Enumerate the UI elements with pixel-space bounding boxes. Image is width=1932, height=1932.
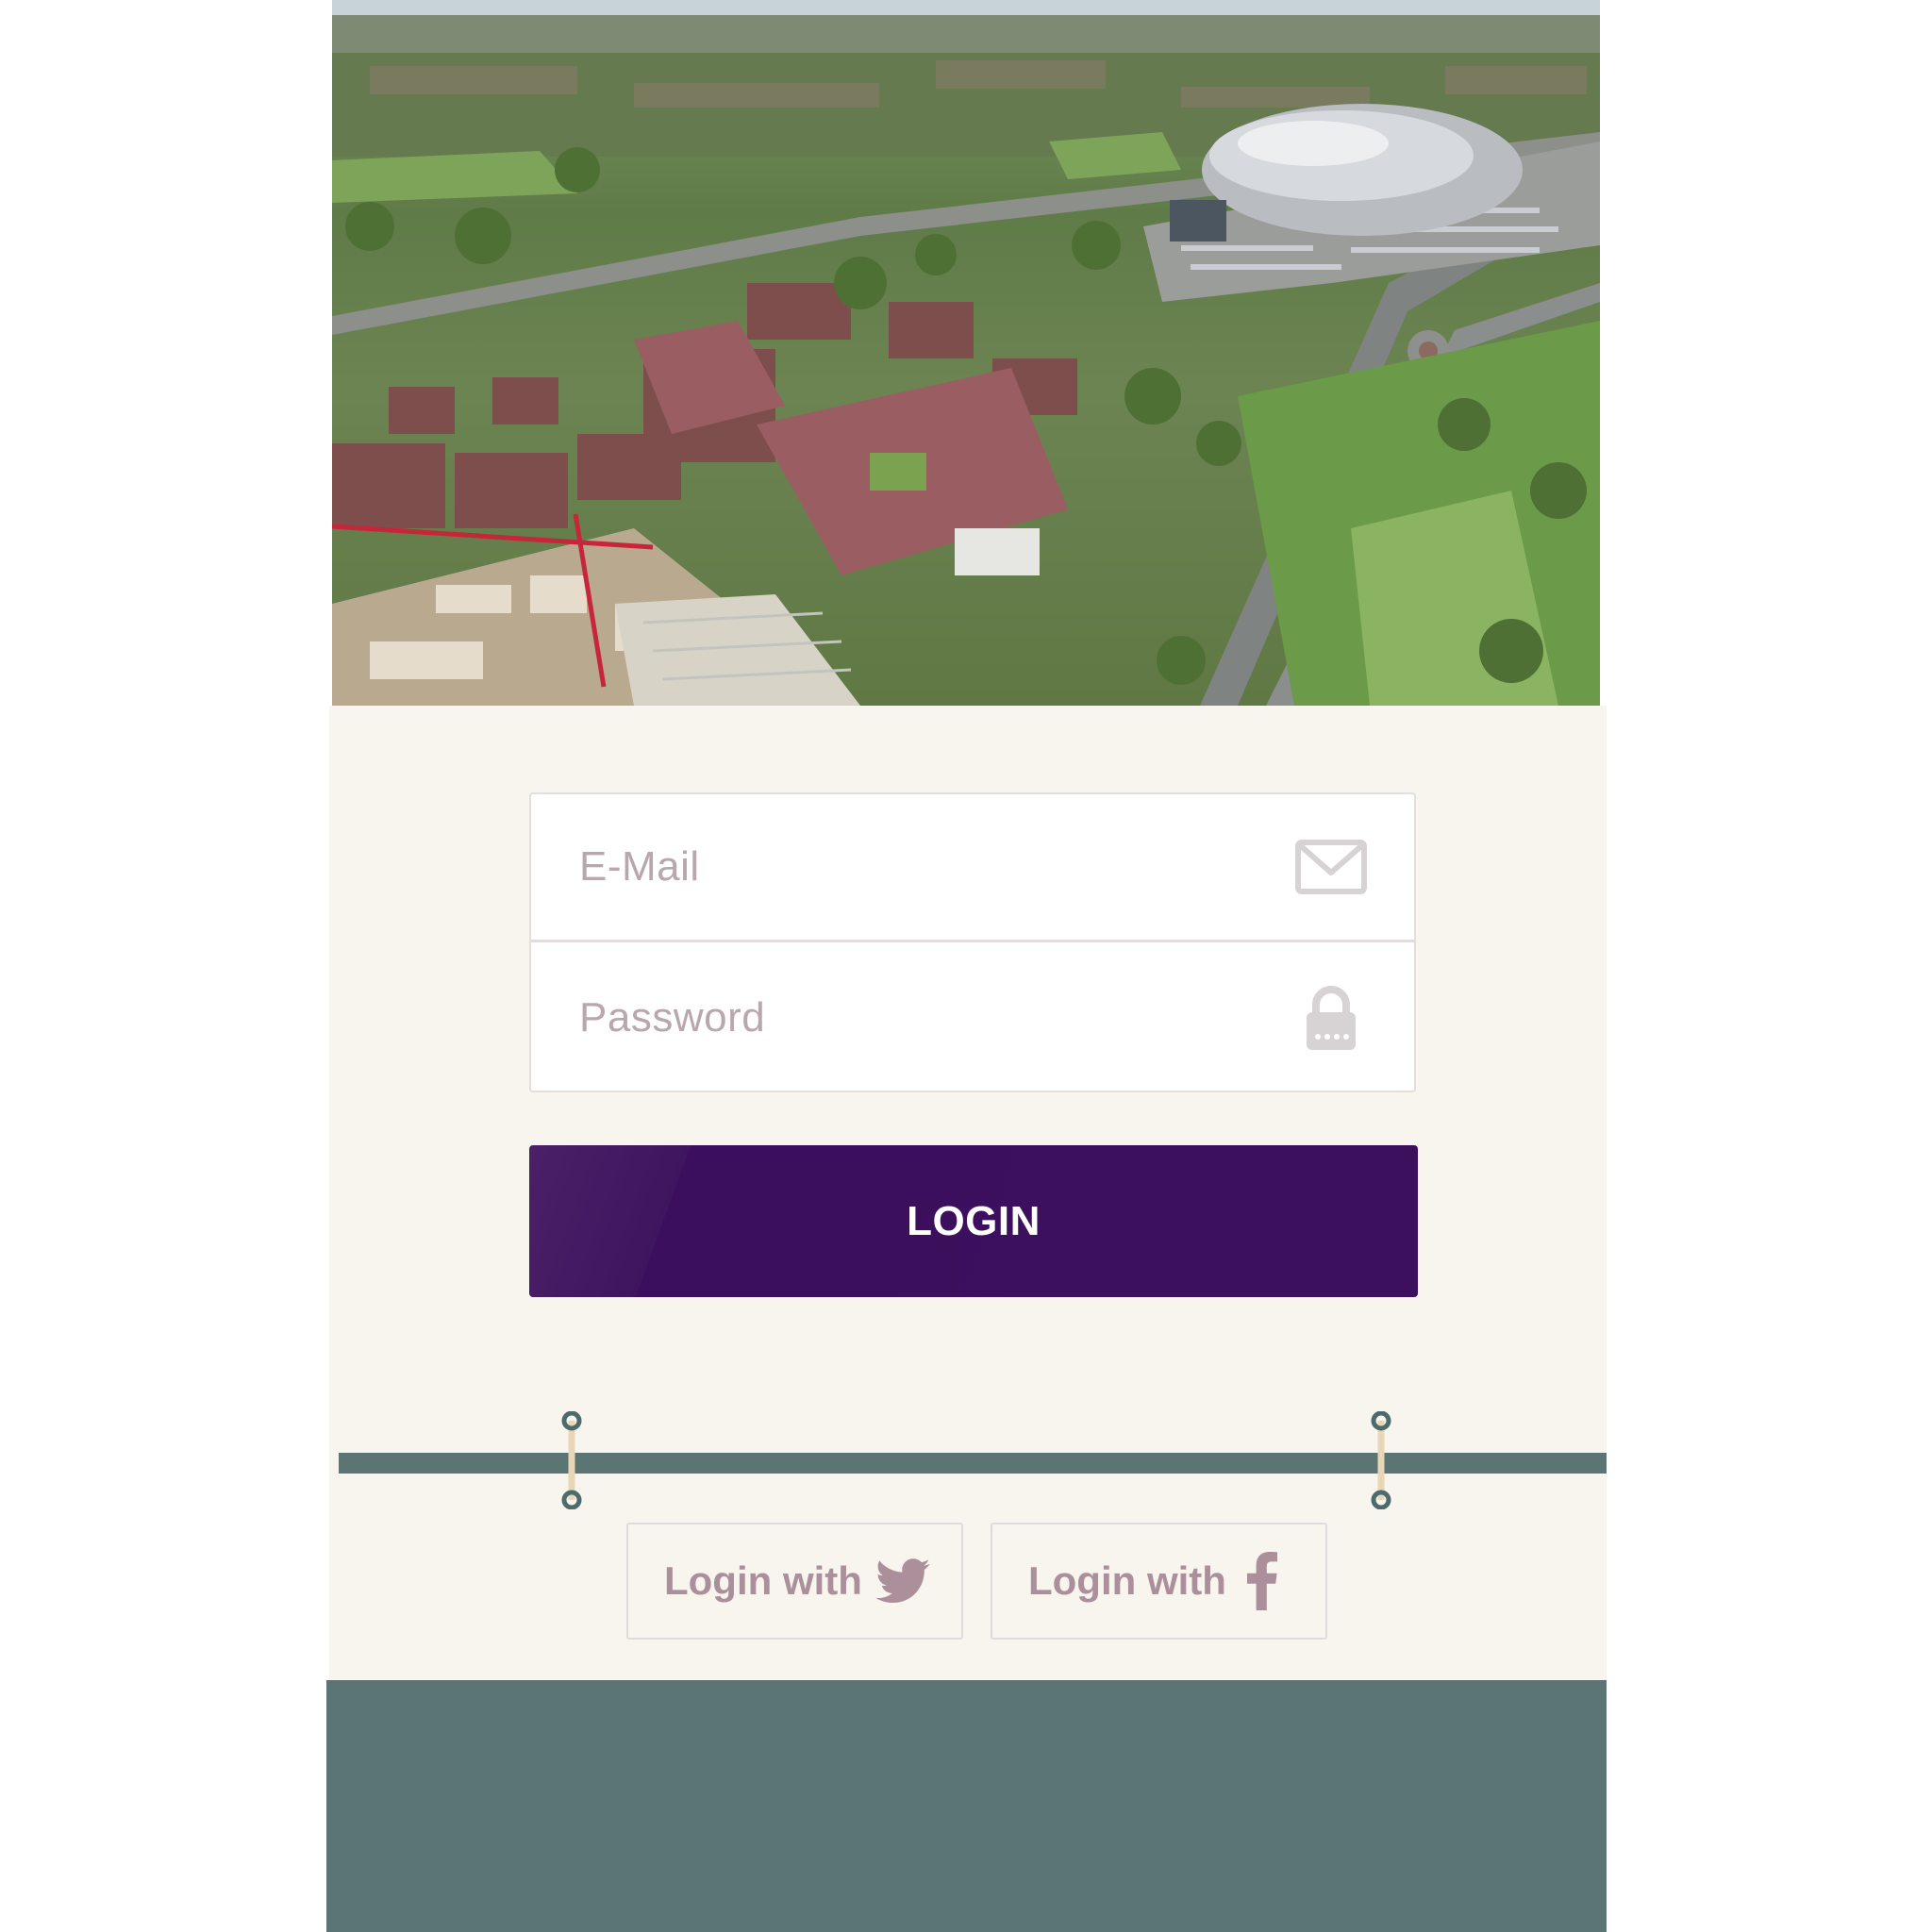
credentials-fieldset: E-Mail Password (529, 792, 1416, 1092)
stitch-left-decoration (561, 1411, 582, 1509)
facebook-login-button[interactable]: Login with (991, 1523, 1327, 1640)
twitter-bird-icon (875, 1558, 930, 1604)
facebook-login-label: Login with (1028, 1558, 1226, 1603)
stitch-right-decoration (1371, 1411, 1391, 1509)
envelope-icon (1295, 840, 1367, 894)
password-placeholder: Password (579, 993, 766, 1041)
twitter-login-button[interactable]: Login with (626, 1523, 963, 1640)
email-placeholder: E-Mail (579, 843, 700, 890)
login-screen: E-Mail Password LOGIN Login with Login w… (326, 0, 1607, 1932)
login-panel: E-Mail Password LOGIN Login with Login w… (329, 706, 1607, 1680)
login-button-label: LOGIN (907, 1197, 1041, 1244)
facebook-f-icon (1247, 1552, 1277, 1610)
password-field[interactable]: Password (531, 943, 1414, 1091)
email-field[interactable]: E-Mail (531, 794, 1414, 942)
twitter-login-label: Login with (664, 1558, 862, 1603)
lock-icon (1307, 985, 1356, 1050)
hero-aerial-image (332, 0, 1600, 706)
login-button[interactable]: LOGIN (529, 1145, 1418, 1297)
footer-band (326, 1680, 1607, 1932)
section-divider (339, 1453, 1607, 1474)
